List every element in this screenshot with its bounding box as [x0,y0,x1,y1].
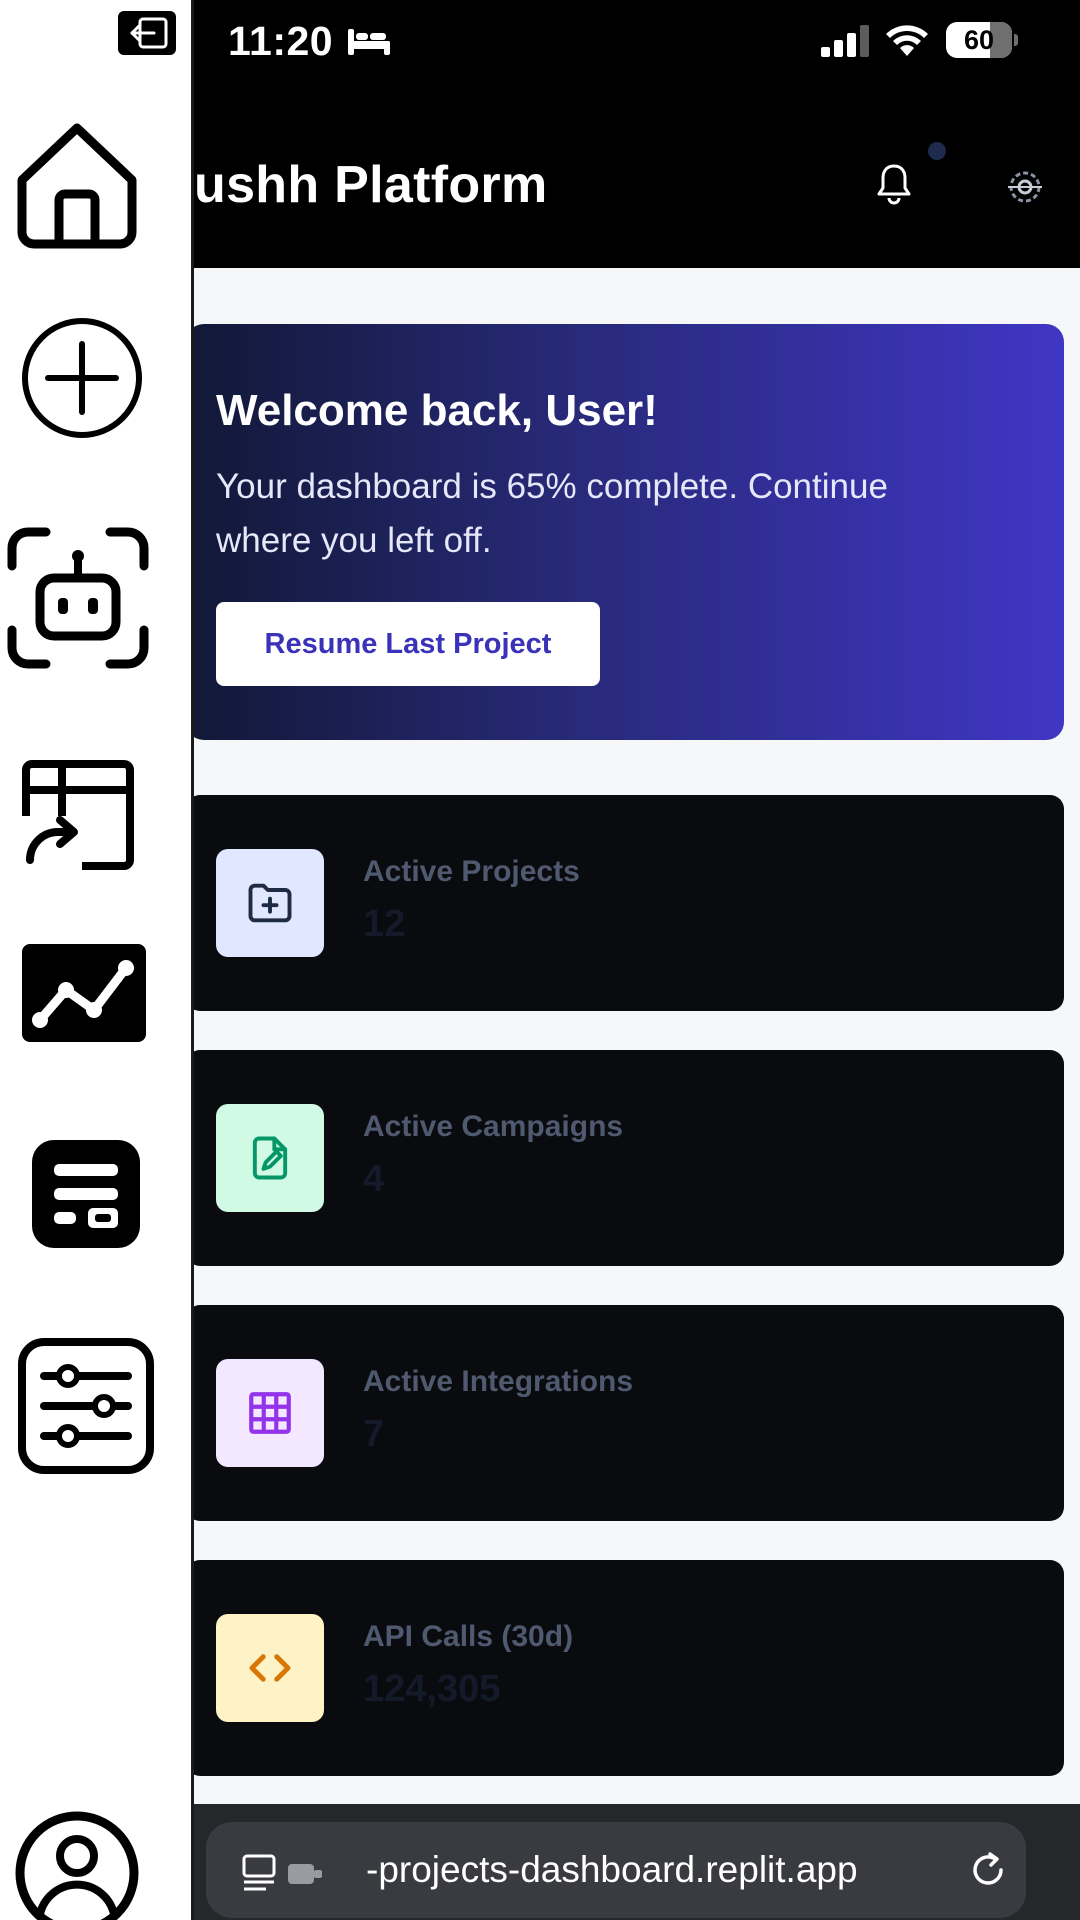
dashboard-icon[interactable] [32,1140,140,1248]
welcome-banner: Welcome back, User! Your dashboard is 65… [194,324,1064,740]
notification-dot [928,142,946,160]
stat-card-integrations[interactable]: Active Integrations 7 [194,1305,1064,1521]
stat-card-projects[interactable]: Active Projects 12 [194,795,1064,1011]
stat-label: Active Projects [363,855,580,888]
address-bar[interactable]: -projects-dashboard.replit.app [206,1822,1026,1918]
analytics-icon[interactable] [22,944,146,1042]
home-icon[interactable] [14,120,140,250]
sliders-icon[interactable] [18,1338,154,1474]
top-bar: 11:20 60 ushh Platform [194,0,1080,268]
battery-indicator: 60 [946,22,1018,58]
reload-icon[interactable] [966,1848,1010,1892]
stat-label: Active Integrations [363,1365,634,1398]
stat-value: 4 [363,1158,385,1200]
status-bar: 11:20 60 [194,0,1080,90]
status-time: 11:20 [228,18,334,64]
page-menu-icon[interactable] [242,1852,326,1894]
plus-circle-icon[interactable] [20,316,144,440]
welcome-message: Your dashboard is 65% complete. Continue… [216,467,888,560]
user-icon[interactable] [14,1810,140,1920]
stat-label: Active Campaigns [363,1110,624,1143]
bell-icon[interactable] [874,162,914,206]
sleep-focus-icon [348,29,390,55]
grid-icon [216,1359,324,1467]
deploy-icon[interactable] [22,760,134,870]
gear-icon[interactable] [1004,166,1046,208]
cellular-signal-icon [821,25,869,57]
browser-toolbar: -projects-dashboard.replit.app [194,1804,1080,1920]
sidebar [0,0,194,1920]
stat-value: 12 [363,903,406,945]
stat-card-campaigns[interactable]: Active Campaigns 4 [194,1050,1064,1266]
welcome-title: Welcome back, User! [216,386,658,435]
stat-label: API Calls (30d) [363,1620,574,1653]
code-icon [216,1614,324,1722]
bot-icon[interactable] [6,526,150,670]
folder-plus-icon [216,849,324,957]
resume-last-project-button[interactable]: Resume Last Project [216,602,600,686]
battery-percent: 60 [963,25,995,55]
url-text: -projects-dashboard.replit.app [366,1849,858,1890]
stat-value: 124,305 [363,1668,501,1710]
main-app: 11:20 60 ushh Platform Welcome back, Use… [194,0,1080,1920]
stat-value: 7 [363,1413,385,1455]
wifi-icon [886,25,928,56]
file-edit-icon [216,1104,324,1212]
collapse-sidebar-icon[interactable] [118,11,176,55]
stat-card-api-calls[interactable]: API Calls (30d) 124,305 [194,1560,1064,1776]
page-title: ushh Platform [194,156,548,214]
